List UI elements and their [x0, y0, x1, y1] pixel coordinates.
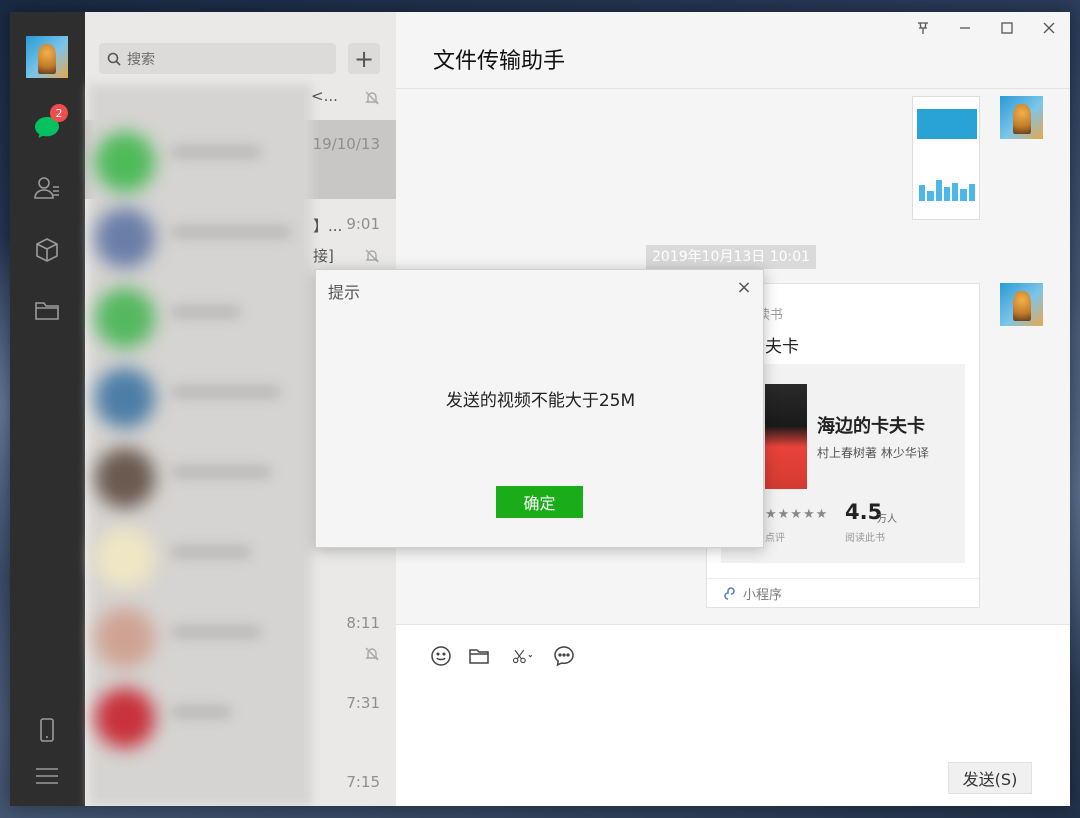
scissors-icon — [512, 649, 533, 664]
emoji-button[interactable] — [428, 643, 454, 669]
maximize-icon — [1001, 22, 1013, 34]
blurred-avatar — [95, 528, 155, 588]
add-chat-button[interactable]: + — [348, 43, 380, 74]
readers-label: 阅读此书 — [845, 533, 885, 544]
chat-row-snippet: 】... — [313, 217, 343, 235]
search-placeholder: 搜索 — [127, 51, 155, 68]
files-icon[interactable] — [28, 291, 66, 329]
dialog-message: 发送的视频不能大于25M — [445, 391, 636, 411]
mute-icon — [365, 249, 379, 263]
search-input[interactable]: 搜索 — [99, 43, 336, 74]
folder-icon — [469, 649, 489, 664]
window-controls — [902, 12, 1070, 44]
chat-row-time: 7:15 — [346, 773, 380, 791]
favorites-icon[interactable] — [28, 231, 66, 269]
send-button[interactable]: 发送(S) — [948, 762, 1032, 794]
rating-unit: 万人 — [877, 514, 897, 525]
blurred-avatar — [95, 448, 155, 508]
blurred-avatar — [95, 688, 155, 748]
phone-icon[interactable] — [28, 711, 66, 749]
chat-icon[interactable]: 2 — [28, 104, 68, 146]
user-avatar[interactable] — [26, 36, 68, 78]
chat-header: 文件传输助手 — [396, 12, 1070, 89]
chat-row-time: 8:11 — [346, 614, 380, 632]
alert-dialog: 提示 × 发送的视频不能大于25M 确定 — [315, 269, 764, 548]
sidebar: 2 — [10, 12, 85, 806]
chat-row-time: 9:01 — [346, 215, 380, 233]
mini-program-icon — [724, 586, 735, 600]
blurred-avatar — [95, 288, 155, 348]
rating-stars: ★★★★★ — [765, 507, 829, 522]
message-avatar[interactable] — [1000, 96, 1043, 139]
chat-title: 文件传输助手 — [433, 49, 566, 74]
message-composer[interactable]: 发送(S) — [396, 624, 1070, 806]
chat-row-time: 7:31 — [346, 694, 380, 712]
search-icon — [107, 52, 121, 66]
minimize-icon — [960, 27, 970, 29]
wechat-window: 2 搜索 + <... 19/10/13 】... 9:01 接] 8:11 7… — [10, 12, 1070, 806]
screenshot-button[interactable] — [506, 643, 540, 669]
pin-icon — [918, 22, 928, 34]
chat-history-button[interactable] — [551, 643, 577, 669]
dialog-ok-button[interactable]: 确定 — [496, 486, 583, 518]
chat-row-snippet: 接] — [313, 247, 334, 265]
send-file-button[interactable] — [466, 643, 492, 669]
card-footer-label: 小程序 — [743, 588, 783, 603]
blurred-avatar — [95, 208, 155, 268]
menu-icon[interactable] — [28, 757, 66, 795]
minimize-button[interactable] — [944, 12, 986, 44]
stars-label: 点评 — [765, 533, 785, 544]
maximize-button[interactable] — [986, 12, 1028, 44]
mute-icon — [365, 91, 379, 105]
book-cover — [765, 384, 807, 489]
chat-row-time: 19/10/13 — [312, 135, 380, 153]
pin-button[interactable] — [902, 12, 944, 44]
message-timestamp: 2019年10月13日 10:01 — [646, 245, 817, 269]
blurred-avatar — [95, 368, 155, 428]
chat-bubble-icon — [554, 646, 574, 667]
dialog-title: 提示 — [328, 283, 361, 302]
mute-icon — [365, 647, 379, 661]
chat-row-snippet: <... — [311, 87, 338, 105]
book-title: 海边的卡夫卡 — [817, 416, 925, 437]
contacts-icon[interactable] — [28, 169, 66, 207]
dialog-close-button[interactable]: × — [733, 276, 755, 298]
message-avatar[interactable] — [1000, 283, 1043, 326]
unread-badge: 2 — [50, 104, 68, 122]
card-footer: 小程序 — [707, 578, 979, 608]
blurred-avatar — [95, 608, 155, 668]
book-author: 村上春树著 林少华译 — [817, 446, 929, 460]
blurred-avatar — [95, 132, 155, 192]
close-window-button[interactable] — [1028, 12, 1070, 44]
image-message-thumbnail[interactable] — [912, 96, 980, 220]
emoji-icon — [431, 646, 451, 666]
close-icon — [1043, 22, 1055, 34]
